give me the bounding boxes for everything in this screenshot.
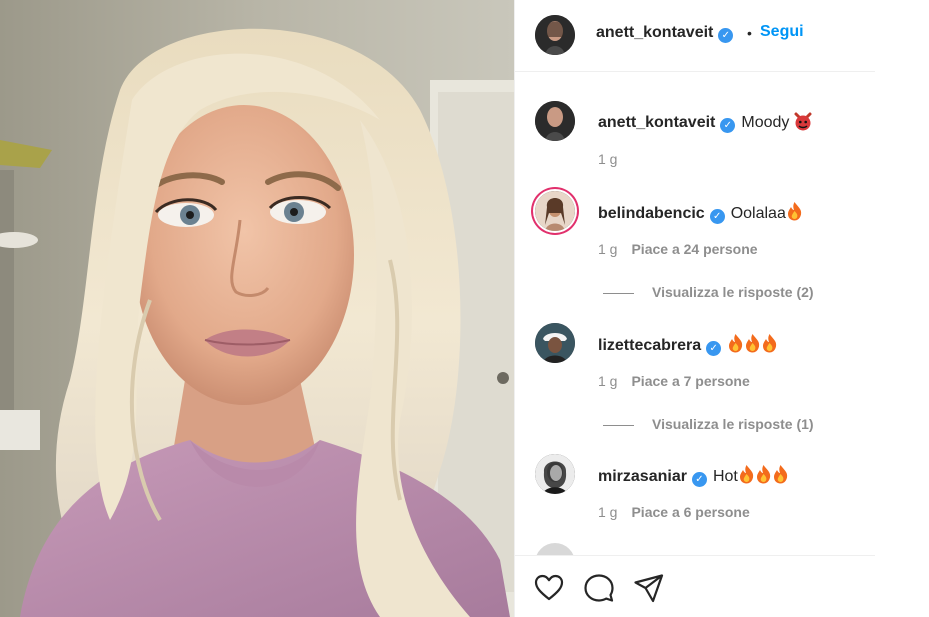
verified-badge-icon: ✓ bbox=[709, 209, 725, 224]
post-photo-illustration bbox=[0, 0, 514, 617]
caption-time[interactable]: 1 g bbox=[598, 151, 617, 167]
comment-text: Oolalaa bbox=[730, 205, 786, 222]
author-username-text[interactable]: anett_kontaveit bbox=[596, 24, 713, 41]
view-replies-label[interactable]: Visualizza le risposte (2) bbox=[652, 284, 814, 300]
post-actions-bar bbox=[515, 555, 876, 617]
view-replies-button[interactable]: Visualizza le risposte (2) bbox=[603, 284, 814, 300]
share-button[interactable] bbox=[633, 572, 665, 604]
replies-dash bbox=[603, 292, 634, 294]
fire-emoji-icon bbox=[773, 465, 787, 484]
fire-emoji-icon bbox=[729, 334, 743, 353]
fire-emoji-icon bbox=[739, 465, 753, 484]
comment-likes[interactable]: Piace a 24 persone bbox=[631, 241, 757, 257]
view-replies-button[interactable]: Visualizza le risposte (1) bbox=[603, 416, 814, 432]
comment-line: mirzasaniar ✓ Hot bbox=[598, 464, 789, 487]
caption-line: anett_kontaveit ✓ Moody bbox=[598, 111, 813, 133]
comment-avatar[interactable] bbox=[535, 454, 575, 494]
comment-time[interactable]: 1 g bbox=[598, 504, 617, 520]
post-photo[interactable] bbox=[0, 0, 514, 617]
verified-badge-icon: ✓ bbox=[718, 28, 734, 43]
caption-text: Moody bbox=[741, 114, 790, 131]
comment-likes[interactable]: Piace a 7 persone bbox=[631, 373, 749, 389]
comment-avatar[interactable] bbox=[535, 323, 575, 363]
author-avatar[interactable] bbox=[535, 15, 575, 55]
like-button[interactable] bbox=[533, 572, 565, 604]
comment-line: lizettecabrera ✓ bbox=[598, 333, 778, 356]
verified-badge-icon: ✓ bbox=[706, 341, 722, 356]
follow-button[interactable]: Segui bbox=[760, 23, 804, 41]
comment-time[interactable]: 1 g bbox=[598, 373, 617, 389]
post-side-panel: anett_kontaveit ✓ • Segui anett_kontaveit… bbox=[514, 0, 876, 617]
comment-item: belindabencic ✓ Oolalaa 1 g Piace a 24 pers… bbox=[535, 191, 865, 313]
comments-list[interactable]: anett_kontaveit ✓ Moody 1 g belindabencic ✓… bbox=[515, 73, 876, 555]
comment-likes[interactable]: Piace a 6 persone bbox=[631, 504, 749, 520]
comment-item-partial bbox=[535, 543, 865, 555]
header-separator: • bbox=[747, 25, 752, 41]
comment-time[interactable]: 1 g bbox=[598, 241, 617, 257]
comment-username[interactable]: mirzasaniar bbox=[598, 468, 687, 485]
comment-line: belindabencic ✓ Oolalaa bbox=[598, 201, 803, 224]
comment-button[interactable] bbox=[583, 572, 615, 604]
verified-badge-icon: ✓ bbox=[691, 472, 707, 487]
author-username[interactable]: anett_kontaveit ✓ bbox=[596, 24, 734, 43]
view-replies-label[interactable]: Visualizza le risposte (1) bbox=[652, 416, 814, 432]
comment-username[interactable]: belindabencic bbox=[598, 205, 705, 222]
fire-emoji-icon bbox=[756, 465, 770, 484]
fire-emoji-icon bbox=[787, 202, 802, 221]
fire-emoji-icon bbox=[746, 334, 760, 353]
comment-avatar[interactable] bbox=[535, 543, 575, 555]
comment-meta: 1 g Piace a 24 persone bbox=[598, 241, 758, 257]
fire-emoji-icon bbox=[763, 334, 777, 353]
heart-icon bbox=[534, 574, 564, 601]
comment-avatar[interactable] bbox=[535, 191, 575, 231]
devil-emoji-icon bbox=[794, 112, 812, 131]
comment-username[interactable]: lizettecabrera bbox=[598, 337, 701, 354]
comment-meta: 1 g Piace a 7 persone bbox=[598, 373, 750, 389]
caption-item: anett_kontaveit ✓ Moody 1 g bbox=[535, 101, 865, 181]
caption-username[interactable]: anett_kontaveit bbox=[598, 114, 715, 131]
comment-item: lizettecabrera ✓ 1 g Piace a 7 persone Vis… bbox=[535, 323, 865, 445]
verified-badge-icon: ✓ bbox=[720, 118, 736, 133]
comment-item: mirzasaniar ✓ Hot 1 g Piace a 6 persone bbox=[535, 454, 865, 534]
comment-bubble-icon bbox=[584, 574, 614, 602]
comment-text: Hot bbox=[712, 468, 738, 485]
paper-plane-icon bbox=[634, 574, 664, 603]
comment-meta: 1 g Piace a 6 persone bbox=[598, 504, 750, 520]
post-header: anett_kontaveit ✓ • Segui bbox=[515, 0, 876, 72]
replies-dash bbox=[603, 424, 634, 426]
caption-meta: 1 g bbox=[598, 151, 617, 167]
caption-avatar[interactable] bbox=[535, 101, 575, 141]
right-margin bbox=[875, 0, 929, 617]
